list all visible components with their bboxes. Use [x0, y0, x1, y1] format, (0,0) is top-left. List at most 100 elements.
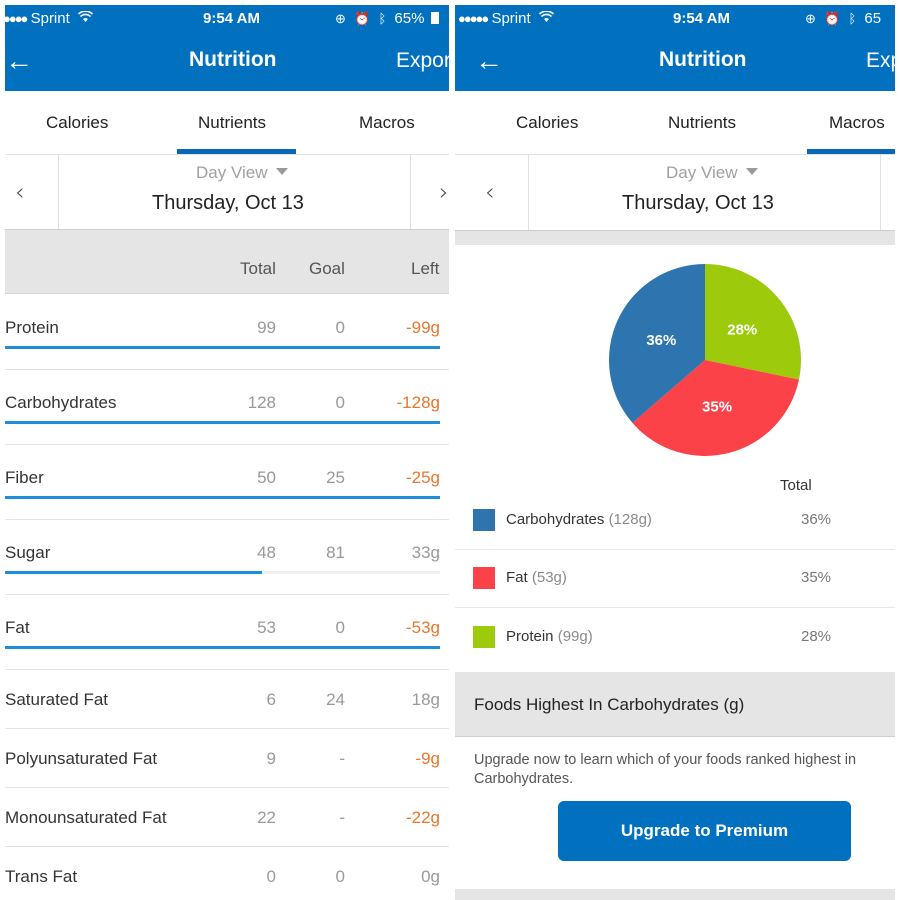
nutrient-total: 48 [257, 543, 276, 562]
current-date: Thursday, Oct 13 [622, 192, 774, 214]
bluetooth-icon: ᛒ [378, 11, 387, 26]
next-day-button[interactable]: › [439, 178, 449, 206]
tab-macros[interactable]: Macros [829, 113, 885, 133]
nutrient-name: Monounsaturated Fat [5, 808, 167, 827]
tab-bar: Calories Nutrients Macros [455, 91, 895, 155]
status-time: 9:54 AM [673, 10, 730, 27]
status-bar: ●●●●● Sprint 9:54 AM ⊕ ⏰ ᛒ 65 [455, 5, 895, 33]
back-button[interactable]: ← [475, 47, 503, 75]
tab-bar: Calories Nutrients Macros [5, 91, 449, 155]
section-separator [455, 889, 895, 900]
upgrade-to-premium-button[interactable]: Upgrade to Premium [558, 801, 851, 861]
signal-strength-icon: ●●●●● [458, 11, 489, 26]
table-row[interactable]: Fiber 50 25 -25g [5, 445, 449, 520]
rotation-lock-icon: ⊕ [335, 11, 346, 26]
tab-nutrients[interactable]: Nutrients [668, 113, 736, 133]
table-row[interactable]: Sugar 48 81 33g [5, 520, 449, 595]
previous-day-button[interactable]: ‹ [15, 178, 25, 206]
day-view-dropdown[interactable]: Day View [666, 163, 758, 183]
battery-icon [430, 12, 439, 24]
legend-label: Carbohydrates (128g) [506, 511, 652, 528]
legend-swatch [473, 626, 495, 648]
legend-row: Carbohydrates (128g) 36% [455, 492, 895, 550]
signal-strength-icon: ●●●● [5, 11, 28, 26]
battery-percent: 65 [864, 10, 882, 27]
app-header: ●●●●● Sprint 9:54 AM ⊕ ⏰ ᛒ 65 ← Nutritio… [455, 5, 895, 91]
day-view-dropdown[interactable]: Day View [196, 163, 288, 183]
nutrient-left: 18g [411, 690, 440, 709]
table-row[interactable]: Trans Fat 0 0 0g [5, 847, 449, 900]
nutrient-goal: 0 [335, 393, 345, 412]
divider [410, 155, 411, 230]
tab-macros[interactable]: Macros [359, 113, 415, 133]
status-right: ⊕ ⏰ ᛒ 65 [805, 10, 881, 27]
section-separator [455, 230, 895, 245]
date-navigator: ‹ Day View Thursday, Oct 13 › [5, 155, 449, 230]
macro-percent: 35% [801, 569, 832, 586]
previous-day-button[interactable]: ‹ [485, 178, 495, 206]
table-row[interactable]: Fat 53 0 -53g [5, 595, 449, 670]
tab-nutrients[interactable]: Nutrients [198, 113, 266, 133]
nutrient-left: -99g [405, 318, 440, 337]
alarm-icon: ⏰ [824, 11, 841, 26]
table-row[interactable]: Saturated Fat 6 24 18g [5, 670, 449, 729]
macro-name: Fat [506, 569, 528, 586]
nutrient-goal: - [339, 808, 345, 827]
page-title: Nutrition [189, 48, 277, 71]
pie-label-carbohydrates: 36% [646, 332, 676, 349]
wifi-icon [538, 10, 554, 26]
nutrient-goal: 25 [326, 468, 345, 487]
progress-bar-fill [5, 496, 440, 499]
tab-calories[interactable]: Calories [516, 113, 578, 133]
export-button[interactable]: Exp [866, 49, 895, 73]
table-row[interactable]: Protein 99 0 -99g [5, 295, 449, 370]
progress-bar [5, 496, 440, 499]
carrier-name: Sprint [491, 10, 531, 27]
pie-label-fat: 35% [702, 398, 732, 415]
nutrient-total: 128 [247, 393, 276, 412]
macro-grams: (128g) [608, 511, 652, 528]
macro-percent: 28% [801, 628, 832, 645]
macro-grams: (99g) [557, 628, 593, 645]
rotation-lock-icon: ⊕ [805, 11, 816, 26]
nutrient-left: -53g [405, 618, 440, 637]
nutrient-name: Fat [5, 618, 30, 637]
nutrient-total: 50 [257, 468, 276, 487]
nutrient-total: 9 [266, 749, 276, 768]
current-date: Thursday, Oct 13 [152, 192, 304, 214]
legend-label: Fat (53g) [506, 569, 567, 586]
nutrient-total: 6 [266, 690, 276, 709]
table-row[interactable]: Polyunsaturated Fat 9 - -9g [5, 729, 449, 788]
caret-down-icon [745, 168, 758, 175]
macros-screen: ●●●●● Sprint 9:54 AM ⊕ ⏰ ᛒ 65 ← Nutritio… [455, 5, 895, 900]
tab-calories[interactable]: Calories [46, 113, 108, 133]
nutrient-left: -25g [405, 468, 440, 487]
row-divider [455, 607, 895, 608]
carrier-info: ●●●● Sprint [5, 10, 94, 27]
nutrient-total: 0 [266, 867, 276, 886]
nutrient-left: -9g [415, 749, 440, 768]
section-title: Foods Highest In Carbohydrates (g) [474, 695, 745, 714]
column-goal: Goal [309, 259, 345, 278]
app-header: ●●●● Sprint 9:54 AM ⊕ ⏰ ᛒ 65% ← Nutritio… [5, 5, 449, 91]
table-row[interactable]: Monounsaturated Fat 22 - -22g [5, 788, 449, 847]
nutrient-left: 33g [411, 543, 440, 562]
nutrient-goal: 0 [335, 618, 345, 637]
day-view-label: Day View [196, 163, 268, 182]
legend-swatch [473, 509, 495, 531]
nutrient-name: Trans Fat [5, 867, 78, 886]
progress-bar-fill [5, 646, 440, 649]
back-button[interactable]: ← [5, 47, 33, 75]
export-button[interactable]: Expor [396, 49, 449, 73]
legend-swatch [473, 567, 495, 589]
legend-label: Protein (99g) [506, 628, 593, 645]
nutrient-goal: 0 [335, 867, 345, 886]
battery-percent: 65% [394, 10, 425, 27]
table-row[interactable]: Carbohydrates 128 0 -128g [5, 370, 449, 445]
nutrient-name: Polyunsaturated Fat [5, 749, 158, 768]
legend-row: Fat (53g) 35% [455, 550, 895, 608]
nutrient-left: -128g [396, 393, 440, 412]
nutrient-name: Carbohydrates [5, 393, 117, 412]
legend-row: Protein (99g) 28% [455, 609, 895, 667]
macro-name: Protein [506, 628, 554, 645]
